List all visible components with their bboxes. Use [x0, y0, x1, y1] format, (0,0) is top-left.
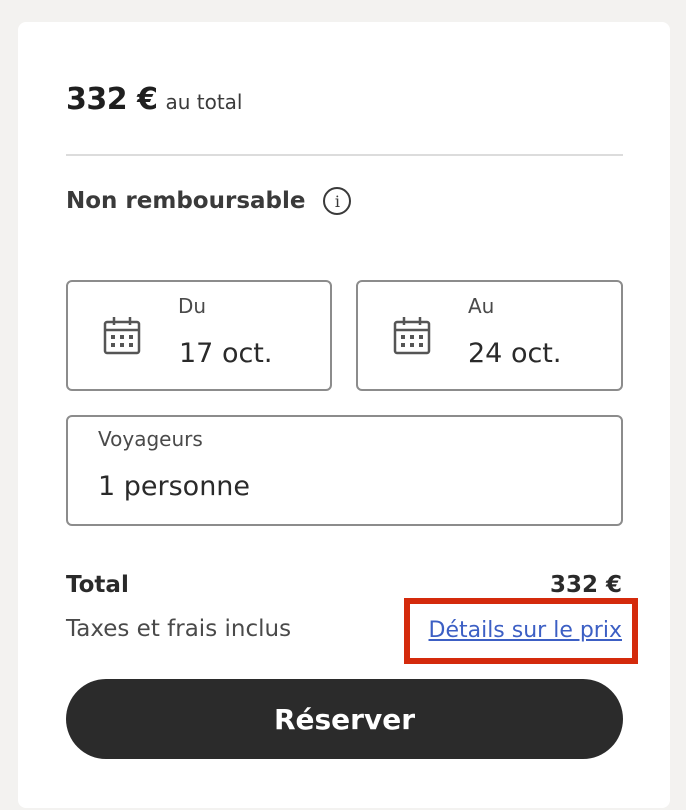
check-in-date-field[interactable]: Du 17 oct. — [66, 280, 332, 391]
rate-policy: Non remboursable i — [66, 187, 352, 215]
total-label: Total — [66, 572, 129, 598]
travellers-label: Voyageurs — [98, 427, 203, 451]
divider — [66, 154, 623, 156]
check-in-value: 17 oct. — [179, 338, 273, 369]
total-price: 332 € — [66, 82, 158, 117]
travellers-field[interactable]: Voyageurs 1 personne — [66, 415, 623, 526]
booking-card: 332 € au total Non remboursable i Du 17 … — [18, 22, 670, 808]
reserve-button[interactable]: Réserver — [66, 679, 623, 759]
check-out-value: 24 oct. — [468, 338, 562, 369]
price-suffix: au total — [165, 90, 243, 114]
check-out-date-field[interactable]: Au 24 oct. — [356, 280, 623, 391]
check-out-label: Au — [468, 294, 495, 318]
price-details-link[interactable]: Détails sur le prix — [429, 618, 623, 643]
taxes-note: Taxes et frais inclus — [66, 616, 292, 642]
price-summary: 332 € au total — [66, 82, 242, 117]
calendar-icon — [103, 317, 141, 355]
total-value: 332 € — [549, 572, 622, 598]
check-in-label: Du — [178, 294, 207, 318]
info-icon[interactable]: i — [323, 187, 352, 215]
rate-policy-label: Non remboursable — [66, 188, 306, 214]
calendar-icon — [393, 317, 431, 355]
travellers-value: 1 personne — [98, 471, 251, 502]
